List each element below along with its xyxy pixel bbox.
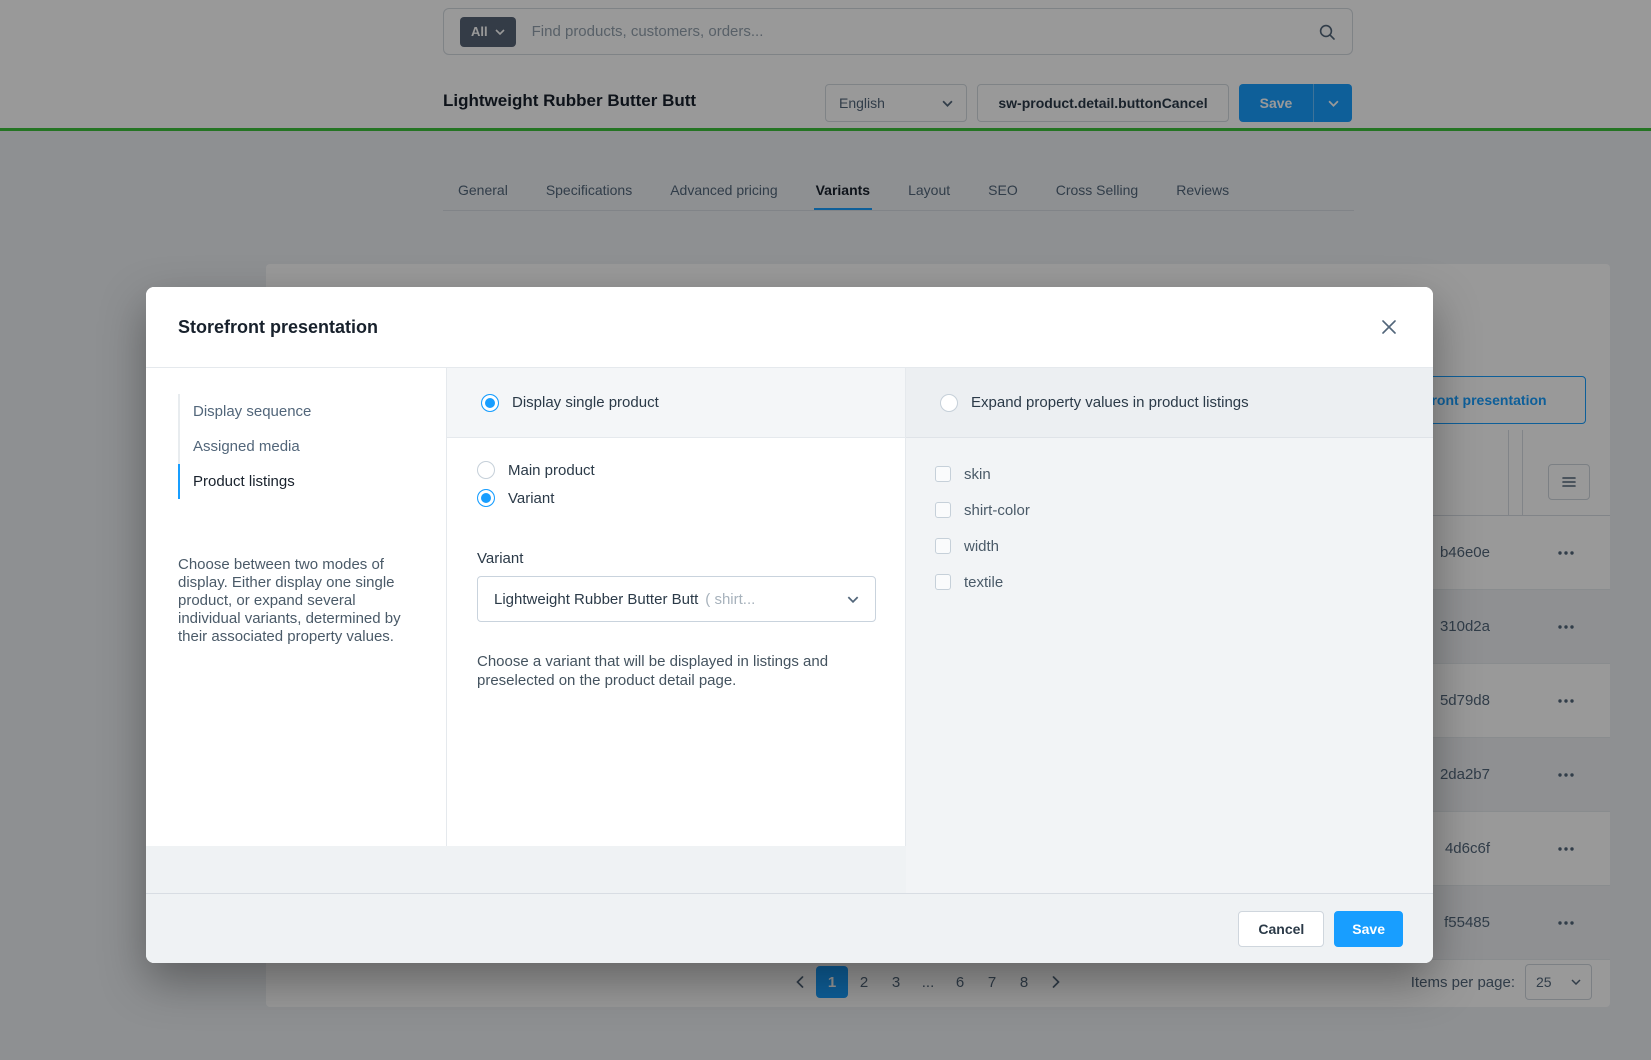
nav-item-display-sequence[interactable]: Display sequence (178, 394, 446, 429)
storefront-presentation-modal: Storefront presentation Display sequence… (146, 287, 1433, 963)
radio-row-main-product[interactable]: Main product (477, 456, 875, 484)
property-list: skin shirt-color width textile (906, 438, 1433, 600)
property-label: width (964, 538, 999, 555)
property-row-width[interactable]: width (935, 528, 1433, 564)
radio-row-variant[interactable]: Variant (477, 484, 875, 512)
variant-select-value: Lightweight Rubber Butter Butt (494, 591, 698, 608)
variant-helper-text: Choose a variant that will be displayed … (477, 652, 881, 690)
expand-properties-column: Expand property values in product listin… (906, 368, 1433, 893)
radio-display-single-product[interactable] (481, 394, 499, 412)
modal-header: Storefront presentation (146, 287, 1433, 368)
variant-field-label: Variant (477, 550, 875, 567)
nav-item-assigned-media[interactable]: Assigned media (178, 429, 446, 464)
nav-item-product-listings[interactable]: Product listings (178, 464, 446, 499)
property-label: shirt-color (964, 502, 1030, 519)
mode-description: Choose between two modes of display. Eit… (178, 556, 418, 646)
single-product-options: Main product Variant Variant Lightweight… (447, 438, 905, 690)
chevron-down-icon (847, 596, 859, 603)
property-label: textile (964, 574, 1003, 591)
checkbox-textile[interactable] (935, 574, 951, 590)
single-product-column: Display single product Main product Vari… (447, 368, 906, 846)
modal-cancel-button[interactable]: Cancel (1238, 911, 1324, 947)
modal-save-button[interactable]: Save (1334, 911, 1403, 947)
variant-select-hint: ( shirt... (705, 591, 755, 608)
property-row-textile[interactable]: textile (935, 564, 1433, 600)
radio-variant[interactable] (477, 489, 495, 507)
expand-mode-header: Expand property values in product listin… (906, 368, 1433, 438)
modal-nav-column: Display sequence Assigned media Product … (146, 368, 447, 846)
main-product-label: Main product (508, 462, 595, 479)
expand-mode-label: Expand property values in product listin… (971, 394, 1249, 411)
shopware-admin-screen: All Lightweight Rubber Butter Butt Engli… (0, 0, 1651, 1060)
modal-nav: Display sequence Assigned media Product … (178, 394, 446, 499)
modal-title: Storefront presentation (178, 317, 378, 338)
variant-select[interactable]: Lightweight Rubber Butter Butt ( shirt..… (477, 576, 876, 622)
property-row-shirt-color[interactable]: shirt-color (935, 492, 1433, 528)
single-product-mode-header: Display single product (447, 368, 905, 438)
single-product-mode-label: Display single product (512, 394, 659, 411)
radio-expand-property-values[interactable] (940, 394, 958, 412)
checkbox-width[interactable] (935, 538, 951, 554)
checkbox-shirt-color[interactable] (935, 502, 951, 518)
variant-option-label: Variant (508, 490, 554, 507)
property-row-skin[interactable]: skin (935, 456, 1433, 492)
radio-main-product[interactable] (477, 461, 495, 479)
modal-footer: Cancel Save (146, 893, 1433, 963)
modal-body: Display sequence Assigned media Product … (146, 368, 1433, 893)
close-icon[interactable] (1375, 313, 1403, 341)
property-label: skin (964, 466, 991, 483)
checkbox-skin[interactable] (935, 466, 951, 482)
